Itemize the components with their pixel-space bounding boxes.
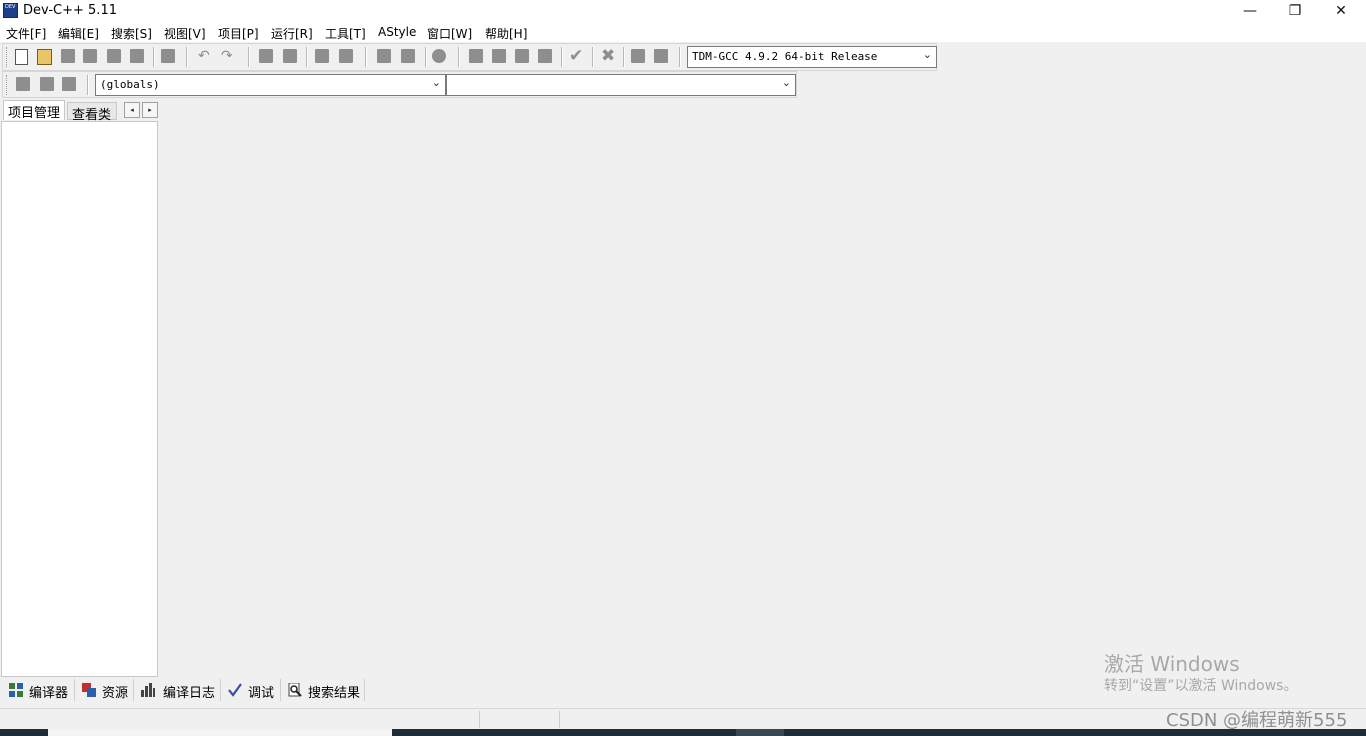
chevron-down-icon: ⌄ bbox=[922, 48, 932, 61]
tab-class-view[interactable]: 查看类 bbox=[67, 102, 117, 123]
scope-select[interactable]: (globals) ⌄ bbox=[95, 74, 446, 96]
tab-compile-log-label: 编译日志 bbox=[163, 686, 216, 701]
tab-scroll-right-button[interactable]: ▸ bbox=[142, 102, 158, 118]
restore-button[interactable]: ❐ bbox=[1272, 0, 1318, 22]
main-toolbar: ↶ ↷ ✔ ✖ TDM-GCC 4.9.2 64-bit Release ⌄ bbox=[2, 43, 937, 71]
toolbar-grip[interactable] bbox=[6, 75, 10, 95]
undo-icon[interactable]: ↶ bbox=[198, 48, 210, 64]
tab-debug-label: 调试 bbox=[248, 686, 275, 701]
stop-execution-icon[interactable]: ✖ bbox=[601, 46, 615, 66]
toolbar-separator bbox=[592, 47, 594, 67]
function-select[interactable]: ⌄ bbox=[446, 74, 796, 96]
toolbar-separator bbox=[425, 47, 427, 67]
save-all-icon[interactable] bbox=[83, 49, 97, 63]
tab-scroll-left-button[interactable]: ◂ bbox=[124, 102, 140, 118]
tab-project-manager[interactable]: 项目管理 bbox=[3, 100, 65, 121]
tab-debug[interactable]: 调试 bbox=[221, 679, 281, 701]
syntax-check-icon[interactable]: ✔ bbox=[569, 46, 583, 66]
rebuild-all-icon[interactable] bbox=[538, 49, 552, 63]
toolbar-separator bbox=[248, 47, 250, 67]
toolbar-separator bbox=[623, 47, 625, 67]
compile-icon[interactable] bbox=[469, 49, 483, 63]
title-bar: DEV Dev-C++ 5.11 — ❐ ✕ bbox=[0, 0, 1366, 22]
toolbar-grip[interactable] bbox=[6, 47, 10, 67]
toolbar-separator bbox=[458, 47, 460, 67]
compiler-select[interactable]: TDM-GCC 4.9.2 64-bit Release ⌄ bbox=[687, 46, 937, 68]
tab-search-results[interactable]: 搜索结果 bbox=[281, 679, 365, 701]
app-icon-label: DEV bbox=[5, 4, 16, 10]
close-button[interactable]: ✕ bbox=[1318, 0, 1364, 22]
resources-icon bbox=[82, 683, 96, 697]
menu-window[interactable]: 窗口[W] bbox=[427, 25, 472, 42]
scope-select-value: (globals) bbox=[100, 78, 160, 91]
compiler-grid-icon bbox=[9, 683, 23, 697]
status-divider bbox=[559, 711, 560, 728]
goto-line-icon[interactable] bbox=[315, 49, 329, 63]
menu-bar: 文件[F] 编辑[E] 搜索[S] 视图[V] 项目[P] 运行[R] 工具[T… bbox=[0, 22, 1366, 42]
menu-search[interactable]: 搜索[S] bbox=[111, 25, 152, 42]
menu-project[interactable]: 项目[P] bbox=[218, 25, 259, 42]
tab-compiler[interactable]: 编译器 bbox=[2, 679, 75, 701]
bar-chart-icon bbox=[141, 683, 155, 697]
tab-resources-label: 资源 bbox=[102, 686, 129, 701]
taskbar-app-button[interactable] bbox=[736, 729, 784, 736]
new-file-icon[interactable] bbox=[15, 49, 28, 65]
magnifier-doc-icon bbox=[288, 683, 302, 697]
toolbar-separator bbox=[87, 75, 89, 95]
close-file-icon[interactable] bbox=[107, 49, 121, 63]
chevron-down-icon: ⌄ bbox=[781, 76, 791, 89]
menu-astyle[interactable]: AStyle bbox=[378, 25, 416, 39]
toolbar-separator bbox=[306, 47, 308, 67]
save-icon[interactable] bbox=[61, 49, 75, 63]
delete-profile-icon[interactable] bbox=[654, 49, 668, 63]
tab-compile-log[interactable]: 编译日志 bbox=[134, 679, 221, 701]
toolbar-separator bbox=[679, 47, 681, 67]
toolbar-separator bbox=[365, 47, 367, 67]
find-icon[interactable] bbox=[259, 49, 273, 63]
activation-watermark-subtitle: 转到“设置”以激活 Windows。 bbox=[1104, 678, 1298, 694]
menu-tools[interactable]: 工具[T] bbox=[325, 25, 366, 42]
bottom-panel-tabs: 编译器 资源 编译日志 调试 搜索结果 bbox=[0, 679, 370, 701]
activation-watermark-title: 激活 Windows bbox=[1104, 652, 1240, 676]
devcpp-app-icon: DEV bbox=[3, 3, 18, 18]
goto-bookmark-icon[interactable] bbox=[339, 49, 353, 63]
close-all-icon[interactable] bbox=[130, 49, 144, 63]
tab-project-manager-label: 项目管理 bbox=[8, 106, 61, 121]
run-icon[interactable] bbox=[492, 49, 506, 63]
status-bar bbox=[0, 708, 1366, 729]
insert-code-icon[interactable] bbox=[16, 77, 30, 91]
indent-icon[interactable] bbox=[377, 49, 391, 63]
os-taskbar bbox=[0, 729, 1366, 736]
tab-search-results-label: 搜索结果 bbox=[308, 686, 361, 701]
open-file-icon[interactable] bbox=[37, 49, 52, 65]
toolbar-separator bbox=[561, 47, 563, 67]
tab-compiler-label: 编译器 bbox=[29, 686, 69, 701]
unindent-icon[interactable] bbox=[401, 49, 415, 63]
profile-icon[interactable] bbox=[631, 49, 645, 63]
compile-run-icon[interactable] bbox=[515, 49, 529, 63]
goto-declaration-icon[interactable] bbox=[40, 77, 54, 91]
menu-edit[interactable]: 编辑[E] bbox=[58, 25, 99, 42]
checkmark-icon bbox=[228, 683, 242, 697]
menu-help[interactable]: 帮助[H] bbox=[485, 25, 527, 42]
minimize-button[interactable]: — bbox=[1227, 0, 1273, 22]
toolbar-separator bbox=[153, 47, 155, 67]
replace-icon[interactable] bbox=[283, 49, 297, 63]
class-browser-toolbar: (globals) ⌄ ⌄ bbox=[2, 71, 797, 98]
window-title: Dev-C++ 5.11 bbox=[23, 3, 117, 18]
toolbar-separator bbox=[186, 47, 188, 67]
taskbar-search-box[interactable] bbox=[48, 729, 392, 736]
goto-definition-icon[interactable] bbox=[62, 77, 76, 91]
redo-icon[interactable]: ↷ bbox=[221, 48, 233, 64]
chevron-down-icon: ⌄ bbox=[431, 76, 441, 89]
compiler-select-value: TDM-GCC 4.9.2 64-bit Release bbox=[692, 50, 878, 63]
print-icon[interactable] bbox=[161, 49, 175, 63]
tab-resources[interactable]: 资源 bbox=[75, 679, 134, 701]
project-tree-panel[interactable] bbox=[1, 121, 158, 677]
menu-run[interactable]: 运行[R] bbox=[271, 25, 313, 42]
menu-file[interactable]: 文件[F] bbox=[6, 25, 46, 42]
status-divider bbox=[479, 711, 480, 728]
toggle-comment-icon[interactable] bbox=[432, 49, 446, 63]
menu-view[interactable]: 视图[V] bbox=[164, 25, 206, 42]
